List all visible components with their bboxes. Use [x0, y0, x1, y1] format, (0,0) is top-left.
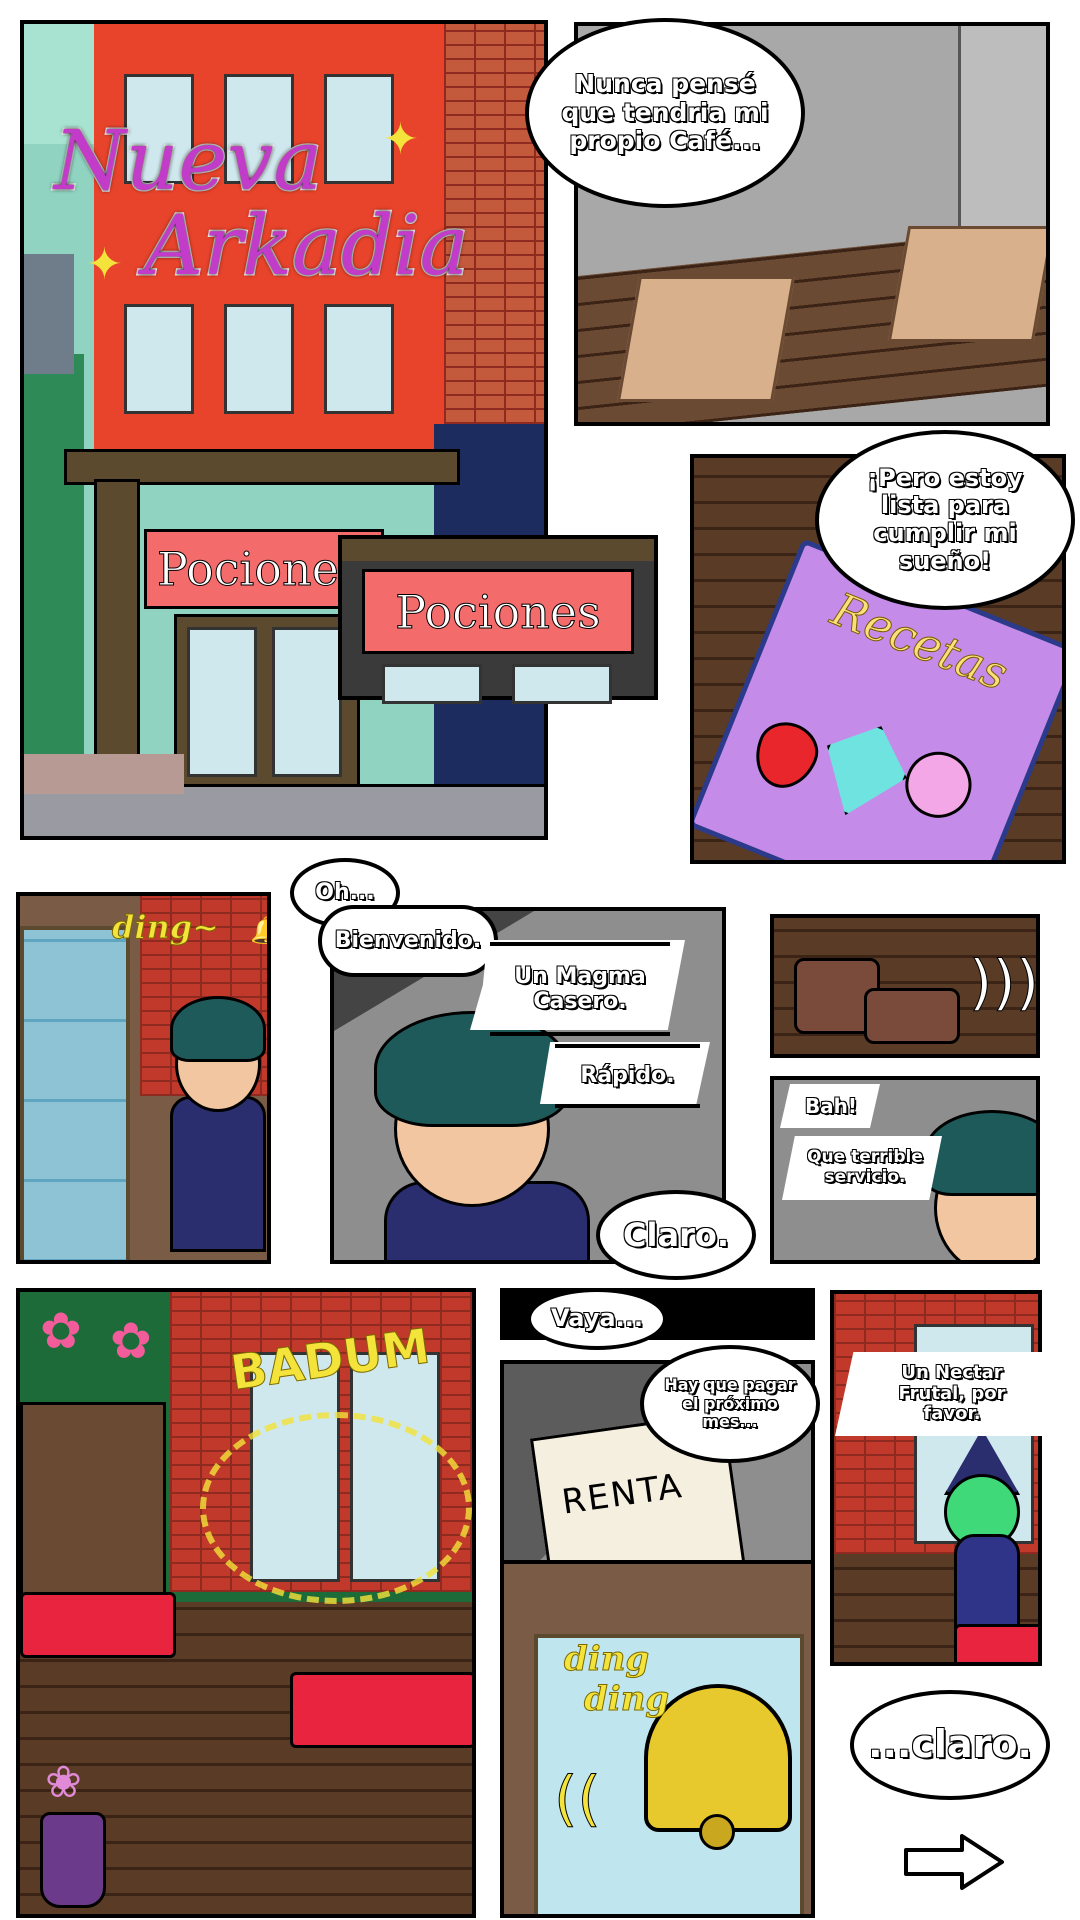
sparkle-icon: ✦ [86, 239, 123, 290]
strawberry-icon [745, 713, 827, 798]
curb [24, 754, 184, 794]
panel-cafe-interior: ✿ ✿ ✿ ❀ BADUM [16, 1288, 476, 1918]
bubble-bah: Bah! [804, 1093, 858, 1118]
door-glass-left [187, 627, 257, 777]
bubble-ready: ¡Pero estoy lista para cumplir mi sueño! [815, 430, 1075, 610]
open-door [20, 926, 130, 1260]
impact-lines [200, 1412, 472, 1604]
sign-front-window [512, 664, 612, 704]
vase [40, 1812, 106, 1908]
motion-lines: ))) [968, 948, 1040, 1019]
customer-body [170, 1096, 266, 1252]
flower-icon: ✿ [40, 1302, 82, 1360]
panel-street: Pociones Nueva Arkadia ✦ ✦ [20, 20, 548, 840]
sign-front-cornice [342, 539, 654, 561]
table-red [20, 1592, 176, 1658]
shop-sign-back-label: Pociones [156, 542, 363, 597]
title-line2: Arkadia [143, 198, 471, 296]
bell-icon: 🔔 [250, 916, 267, 946]
grey-building [24, 254, 74, 374]
bell-clapper [699, 1814, 735, 1850]
hair [924, 1110, 1036, 1196]
shop-doors [174, 614, 360, 790]
door-glass-right [272, 627, 342, 777]
bubble-sure: Claro. [596, 1190, 756, 1280]
green-building [24, 354, 84, 754]
bubble-service: Que terrible servicio. [806, 1147, 923, 1188]
bubble-nectar: Un Nectar Frutal, por favor. [898, 1361, 1007, 1425]
rent-paper-title: RENTA [559, 1466, 686, 1523]
bubble-claro-final: ...claro. [850, 1690, 1050, 1800]
panel-door-ding: 🔔 ding~ [16, 892, 271, 1264]
cardboard-box [616, 276, 796, 402]
flower-icon [895, 741, 982, 828]
bubble-pay: Hay que pagar el próximo mes... [640, 1345, 820, 1463]
customer-hair [170, 996, 266, 1062]
sign-front-label: Pociones [395, 584, 601, 639]
sfx-ding: ding~ [112, 908, 220, 947]
cardboard-box [887, 226, 1046, 342]
bubble-fast: Rápido. [555, 1044, 700, 1108]
motion-lines: (( [554, 1764, 602, 1835]
right-arrow-icon-svg [904, 1834, 1004, 1890]
panel-nectar [830, 1290, 1042, 1666]
sfx-ding1: ding [563, 1639, 650, 1680]
bubble-welcome: Bienvenido. [318, 905, 498, 977]
bubble-order: Un Magma Casero. [490, 942, 670, 1036]
sign-front: Pociones [362, 569, 634, 654]
bubble-never-thought: Nunca pensé que tendria mi propio Café..… [525, 18, 805, 208]
shelf [20, 1402, 166, 1608]
sfx-ding2: ding [583, 1679, 670, 1720]
boot [864, 988, 960, 1044]
window [224, 304, 294, 414]
crystal-icon [805, 710, 921, 831]
bubble-vaya: Vaya... [527, 1288, 667, 1350]
tulip-icon: ❀ [45, 1757, 82, 1808]
sign-front-box: Pociones [338, 535, 658, 704]
panel-bell: ding ding (( [500, 1560, 815, 1918]
window [124, 304, 194, 414]
panel-walking-away: ))) [770, 914, 1040, 1058]
table-red [954, 1624, 1038, 1662]
sign-front-window [382, 664, 482, 704]
sparkle-icon: ✦ [382, 114, 419, 165]
title-line1: Nueva [52, 113, 323, 211]
flower-icon: ✿ [110, 1312, 152, 1370]
table-red [290, 1672, 472, 1748]
right-arrow-icon[interactable] [902, 1832, 1006, 1892]
window [324, 304, 394, 414]
shop-pillar [94, 479, 140, 785]
